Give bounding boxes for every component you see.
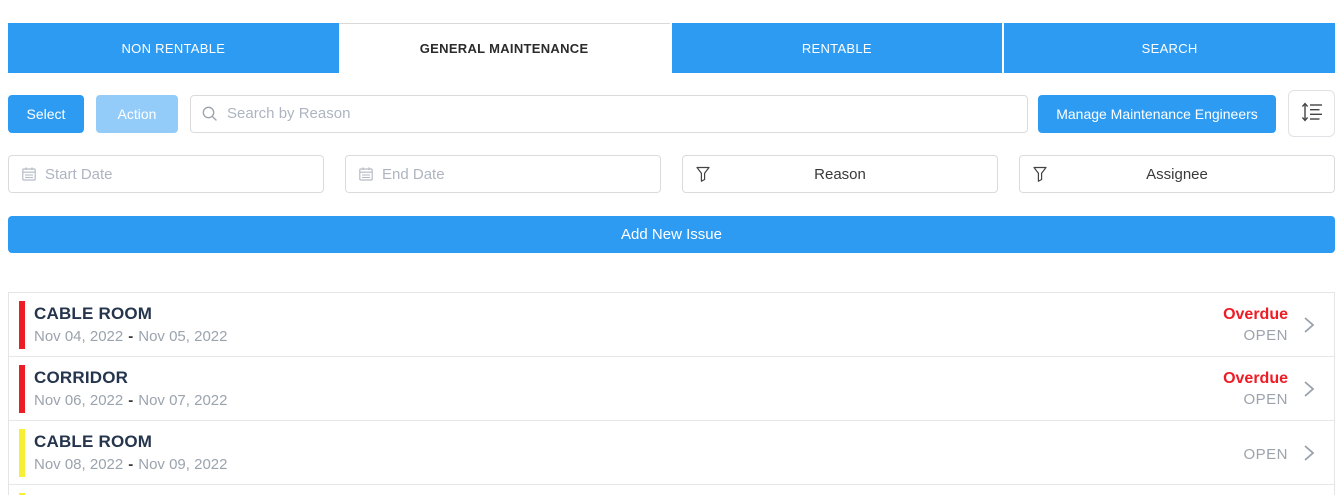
overdue-badge: Overdue bbox=[1223, 370, 1288, 388]
reason-filter[interactable]: Reason bbox=[682, 155, 998, 193]
issue-list: CABLE ROOM Nov 04, 2022-Nov 05, 2022 Ove… bbox=[8, 292, 1335, 495]
issue-title: CABLE ROOM bbox=[34, 432, 1243, 452]
issue-title: CORRIDOR bbox=[34, 368, 1223, 388]
assignee-filter[interactable]: Assignee bbox=[1019, 155, 1335, 193]
chevron-right-icon[interactable] bbox=[1302, 315, 1316, 335]
sort-button[interactable] bbox=[1288, 90, 1335, 137]
add-new-issue-button[interactable]: Add New Issue bbox=[8, 216, 1335, 253]
status-badge: OPEN bbox=[1243, 446, 1288, 463]
select-button[interactable]: Select bbox=[8, 95, 84, 133]
filter-row: Start Date End Date Reason bbox=[8, 155, 1335, 193]
severity-bar bbox=[19, 301, 25, 349]
calendar-icon bbox=[21, 166, 37, 187]
chevron-right-icon[interactable] bbox=[1302, 443, 1316, 463]
severity-bar bbox=[19, 429, 25, 477]
action-button[interactable]: Action bbox=[96, 95, 178, 133]
search-icon bbox=[201, 105, 219, 128]
issue-dates: Nov 04, 2022-Nov 05, 2022 bbox=[34, 328, 1223, 345]
assignee-filter-label: Assignee bbox=[1020, 166, 1334, 183]
calendar-icon bbox=[358, 166, 374, 187]
start-date-input[interactable]: Start Date bbox=[8, 155, 324, 193]
tab-search[interactable]: SEARCH bbox=[1002, 23, 1335, 73]
issue-title: CABLE ROOM bbox=[34, 304, 1223, 324]
reason-filter-label: Reason bbox=[683, 166, 997, 183]
funnel-icon bbox=[695, 166, 711, 188]
manage-maintenance-engineers-button[interactable]: Manage Maintenance Engineers bbox=[1038, 95, 1276, 133]
start-date-placeholder: Start Date bbox=[45, 166, 113, 183]
issue-row[interactable]: CABLE ROOM Nov 04, 2022-Nov 05, 2022 Ove… bbox=[9, 293, 1334, 357]
status-badge: OPEN bbox=[1243, 391, 1288, 408]
search-wrap bbox=[190, 95, 1028, 133]
tab-non-rentable[interactable]: NON RENTABLE bbox=[8, 23, 339, 73]
funnel-icon bbox=[1032, 166, 1048, 188]
search-input[interactable] bbox=[190, 95, 1028, 133]
chevron-right-icon[interactable] bbox=[1302, 379, 1316, 399]
severity-bar bbox=[19, 365, 25, 413]
maintenance-tabbar: NON RENTABLE GENERAL MAINTENANCE RENTABL… bbox=[8, 23, 1335, 73]
line-height-sort-icon bbox=[1299, 99, 1325, 128]
issue-row[interactable] bbox=[9, 485, 1334, 495]
issue-row[interactable]: CORRIDOR Nov 06, 2022-Nov 07, 2022 Overd… bbox=[9, 357, 1334, 421]
issue-dates: Nov 06, 2022-Nov 07, 2022 bbox=[34, 392, 1223, 409]
end-date-placeholder: End Date bbox=[382, 166, 445, 183]
issue-row[interactable]: CABLE ROOM Nov 08, 2022-Nov 09, 2022 OPE… bbox=[9, 421, 1334, 485]
issue-dates: Nov 08, 2022-Nov 09, 2022 bbox=[34, 456, 1243, 473]
end-date-input[interactable]: End Date bbox=[345, 155, 661, 193]
tab-general-maintenance[interactable]: GENERAL MAINTENANCE bbox=[339, 23, 670, 73]
status-badge: OPEN bbox=[1243, 327, 1288, 344]
tab-rentable[interactable]: RENTABLE bbox=[670, 23, 1003, 73]
toolbar: Select Action Manage Maintenance Enginee… bbox=[8, 90, 1335, 137]
overdue-badge: Overdue bbox=[1223, 306, 1288, 324]
